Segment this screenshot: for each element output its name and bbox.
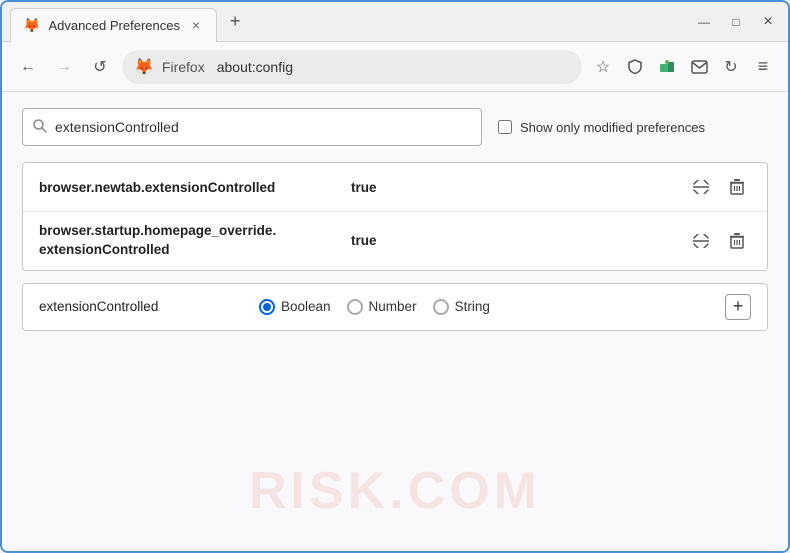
pref-value-1: true bbox=[351, 180, 675, 195]
search-row: Show only modified preferences bbox=[22, 108, 768, 146]
pref-value-2: true bbox=[351, 233, 675, 248]
pref-name-2: browser.startup.homepage_override. exten… bbox=[39, 222, 339, 260]
extension-icon[interactable] bbox=[654, 54, 680, 80]
radio-string-label: String bbox=[455, 299, 490, 314]
type-radio-group: Boolean Number String bbox=[259, 299, 490, 315]
toolbar-icons: ☆ ↻ ≡ bbox=[590, 54, 776, 80]
pref-name-1: browser.newtab.extensionControlled bbox=[39, 180, 339, 195]
pref-toggle-btn-2[interactable] bbox=[687, 227, 715, 255]
close-window-button[interactable]: × bbox=[756, 10, 780, 34]
pref-toggle-btn-1[interactable] bbox=[687, 173, 715, 201]
browser-brand-label: Firefox bbox=[162, 59, 205, 75]
radio-boolean-label: Boolean bbox=[281, 299, 331, 314]
radio-option-string[interactable]: String bbox=[433, 299, 490, 315]
bookmark-icon[interactable]: ☆ bbox=[590, 54, 616, 80]
new-preference-row: extensionControlled Boolean Number Strin… bbox=[22, 283, 768, 331]
sync-icon[interactable]: ↻ bbox=[718, 54, 744, 80]
pref-delete-btn-2[interactable] bbox=[723, 227, 751, 255]
navigation-toolbar: ← → ↺ 🦊 Firefox about:config ☆ bbox=[2, 42, 788, 92]
url-display: about:config bbox=[217, 59, 293, 75]
search-icon bbox=[33, 119, 47, 136]
pref-actions-1 bbox=[687, 173, 751, 201]
watermark: RISK.COM bbox=[249, 461, 541, 521]
tab-close-button[interactable]: × bbox=[188, 15, 204, 35]
table-row: browser.startup.homepage_override. exten… bbox=[23, 212, 767, 270]
pref-actions-2 bbox=[687, 227, 751, 255]
title-bar: 🦊 Advanced Preferences × + — □ × bbox=[2, 2, 788, 42]
reload-button[interactable]: ↺ bbox=[86, 53, 114, 81]
add-preference-button[interactable]: + bbox=[725, 294, 751, 320]
radio-boolean-indicator[interactable] bbox=[259, 299, 275, 315]
pref-delete-btn-1[interactable] bbox=[723, 173, 751, 201]
radio-string-indicator[interactable] bbox=[433, 299, 449, 315]
minimize-button[interactable]: — bbox=[692, 10, 716, 34]
radio-number-indicator[interactable] bbox=[347, 299, 363, 315]
window-controls: — □ × bbox=[692, 10, 780, 34]
forward-button[interactable]: → bbox=[50, 53, 78, 81]
browser-tab[interactable]: 🦊 Advanced Preferences × bbox=[10, 8, 217, 42]
show-modified-label: Show only modified preferences bbox=[520, 120, 705, 135]
maximize-button[interactable]: □ bbox=[724, 10, 748, 34]
radio-number-label: Number bbox=[369, 299, 417, 314]
page-content: RISK.COM Show only modified preferences bbox=[2, 92, 788, 551]
search-input[interactable] bbox=[55, 119, 471, 135]
firefox-logo-icon: 🦊 bbox=[134, 57, 154, 77]
search-box[interactable] bbox=[22, 108, 482, 146]
radio-option-boolean[interactable]: Boolean bbox=[259, 299, 331, 315]
show-modified-row: Show only modified preferences bbox=[498, 120, 705, 135]
radio-option-number[interactable]: Number bbox=[347, 299, 417, 315]
address-bar[interactable]: 🦊 Firefox about:config bbox=[122, 50, 582, 84]
table-row: browser.newtab.extensionControlled true bbox=[23, 163, 767, 212]
shield-icon bbox=[622, 54, 648, 80]
browser-window: 🦊 Advanced Preferences × + — □ × ← → ↺ 🦊… bbox=[0, 0, 790, 553]
preferences-table: browser.newtab.extensionControlled true bbox=[22, 162, 768, 271]
tab-title: Advanced Preferences bbox=[48, 18, 180, 33]
menu-icon[interactable]: ≡ bbox=[750, 54, 776, 80]
show-modified-checkbox[interactable] bbox=[498, 120, 512, 134]
new-pref-name: extensionControlled bbox=[39, 299, 239, 314]
tab-favicon: 🦊 bbox=[23, 17, 40, 34]
new-tab-button[interactable]: + bbox=[221, 8, 249, 36]
back-button[interactable]: ← bbox=[14, 53, 42, 81]
email-icon[interactable] bbox=[686, 54, 712, 80]
